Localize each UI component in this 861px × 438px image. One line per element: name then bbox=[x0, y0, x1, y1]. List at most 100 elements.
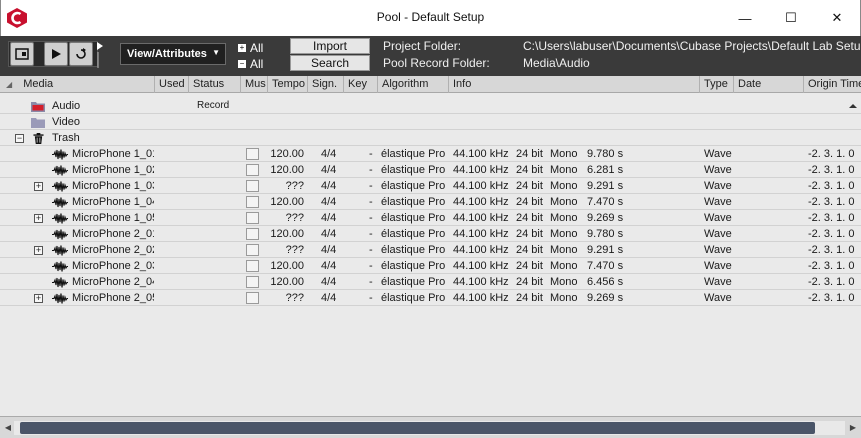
import-button[interactable]: Import bbox=[290, 38, 370, 54]
scroll-right-icon[interactable]: ▶ bbox=[847, 421, 859, 435]
maximize-button[interactable]: ☐ bbox=[768, 4, 814, 32]
clip-algorithm[interactable]: élastique Pro - Time bbox=[381, 162, 448, 178]
audio-waveform-icon bbox=[52, 245, 68, 256]
project-folder-path: C:\Users\labuser\Documents\Cubase Projec… bbox=[523, 39, 861, 53]
column-musical-mode[interactable]: Mus bbox=[241, 76, 268, 93]
collapse-trash-toggle[interactable]: − bbox=[15, 134, 24, 143]
clip-key: - bbox=[369, 276, 373, 288]
expand-all-button[interactable]: + All bbox=[238, 41, 263, 55]
clip-row[interactable]: MicroPhone 1_02 120.00 4/4 -élastique Pro -… bbox=[0, 162, 861, 178]
clip-origin-time: -2. 3. 1. 0 bbox=[808, 148, 855, 160]
expand-clip-toggle[interactable]: + bbox=[34, 214, 43, 223]
clip-tempo: ??? bbox=[285, 180, 304, 192]
clip-length: 9.291 s bbox=[587, 180, 624, 192]
clip-row[interactable]: MicroPhone 2_03 120.00 4/4 -élastique Pro -… bbox=[0, 258, 861, 274]
musical-mode-checkbox[interactable] bbox=[246, 196, 259, 208]
expand-clip-toggle[interactable]: + bbox=[34, 246, 43, 255]
clip-algorithm[interactable]: élastique Pro - Time bbox=[381, 178, 448, 194]
folder-row-audio[interactable]: Audio Record bbox=[0, 98, 861, 114]
expand-clip-toggle[interactable]: + bbox=[34, 182, 43, 191]
play-button[interactable] bbox=[44, 42, 68, 66]
clip-sample-rate: 44.100 kHz bbox=[453, 244, 509, 256]
clip-row[interactable]: + MicroPhone 1_05??? 4/4 -élastique Pro - T… bbox=[0, 210, 861, 226]
column-status[interactable]: Status bbox=[189, 76, 241, 93]
clip-bit-depth: 24 bit bbox=[516, 276, 543, 288]
folder-row-video[interactable]: Video bbox=[0, 114, 861, 130]
scrollbar-thumb[interactable] bbox=[20, 422, 815, 434]
musical-mode-checkbox[interactable] bbox=[246, 244, 259, 256]
column-used[interactable]: Used bbox=[155, 76, 189, 93]
clip-name: MicroPhone 1_05 bbox=[72, 212, 154, 224]
clip-row[interactable]: + MicroPhone 1_03??? 4/4 -élastique Pro - T… bbox=[0, 178, 861, 194]
musical-mode-checkbox[interactable] bbox=[246, 292, 259, 304]
clip-row[interactable]: MicroPhone 2_04 120.00 4/4 -élastique Pro -… bbox=[0, 274, 861, 290]
clip-algorithm[interactable]: élastique Pro - Time bbox=[381, 290, 448, 306]
clip-signature: 4/4 bbox=[321, 164, 337, 176]
clip-tempo: ??? bbox=[285, 212, 304, 224]
clip-row[interactable]: + MicroPhone 2_02??? 4/4 -élastique Pro - T… bbox=[0, 242, 861, 258]
clip-algorithm[interactable]: élastique Pro - Time bbox=[381, 210, 448, 226]
clip-type: Wave bbox=[704, 292, 732, 304]
clip-signature: 4/4 bbox=[321, 180, 337, 192]
musical-mode-checkbox[interactable] bbox=[246, 180, 259, 192]
musical-mode-checkbox[interactable] bbox=[246, 260, 259, 272]
audio-waveform-icon bbox=[52, 293, 68, 304]
horizontal-scrollbar[interactable]: ◀ ▶ bbox=[0, 416, 861, 438]
folder-row-trash[interactable]: − Trash bbox=[0, 130, 861, 146]
search-button[interactable]: Search bbox=[290, 55, 370, 71]
view-attributes-dropdown[interactable]: View/Attributes ▼ bbox=[120, 43, 226, 65]
view-select-label: View/Attributes bbox=[127, 48, 207, 60]
minimize-button[interactable]: — bbox=[722, 4, 768, 32]
clip-origin-time: -2. 3. 1. 0 bbox=[808, 244, 855, 256]
clip-length: 9.780 s bbox=[587, 228, 624, 240]
scroll-up-icon[interactable] bbox=[847, 100, 859, 112]
clip-bit-depth: 24 bit bbox=[516, 244, 543, 256]
musical-mode-checkbox[interactable] bbox=[246, 276, 259, 288]
volume-slider[interactable] bbox=[95, 40, 105, 70]
musical-mode-checkbox[interactable] bbox=[246, 164, 259, 176]
musical-mode-checkbox[interactable] bbox=[246, 148, 259, 160]
clip-algorithm[interactable]: élastique Pro - Time bbox=[381, 242, 448, 258]
clip-bit-depth: 24 bit bbox=[516, 196, 543, 208]
musical-mode-checkbox[interactable] bbox=[246, 212, 259, 224]
clip-algorithm[interactable]: élastique Pro - Time bbox=[381, 258, 448, 274]
clip-name: MicroPhone 2_03 bbox=[72, 260, 154, 272]
clip-algorithm[interactable]: élastique Pro - Time bbox=[381, 274, 448, 290]
audio-waveform-icon bbox=[52, 181, 68, 192]
clip-row[interactable]: MicroPhone 1_01 120.00 4/4 -élastique Pro -… bbox=[0, 146, 861, 162]
collapse-all-button[interactable]: − All bbox=[238, 57, 263, 71]
scroll-left-icon[interactable]: ◀ bbox=[2, 421, 14, 435]
audio-waveform-icon bbox=[52, 165, 68, 176]
musical-mode-checkbox[interactable] bbox=[246, 228, 259, 240]
column-signature[interactable]: Sign. bbox=[308, 76, 344, 93]
column-origin-time[interactable]: Origin Time bbox=[804, 76, 861, 93]
clip-algorithm[interactable]: élastique Pro - Time bbox=[381, 146, 448, 162]
project-folder-label: Project Folder: bbox=[383, 39, 462, 53]
pool-media-list[interactable]: Audio Record Video − Trash MicroPhone 1_… bbox=[0, 93, 861, 416]
inspector-toggle-button[interactable] bbox=[10, 42, 34, 66]
loop-button[interactable] bbox=[69, 42, 93, 66]
clip-row[interactable]: MicroPhone 1_04 120.00 4/4 -élastique Pro -… bbox=[0, 194, 861, 210]
folder-name: Video bbox=[52, 116, 80, 128]
clip-row[interactable]: MicroPhone 2_01 120.00 4/4 -élastique Pro -… bbox=[0, 226, 861, 242]
column-key[interactable]: Key bbox=[344, 76, 378, 93]
column-algorithm[interactable]: Algorithm bbox=[378, 76, 449, 93]
column-date[interactable]: Date bbox=[734, 76, 804, 93]
clip-key: - bbox=[369, 228, 373, 240]
close-button[interactable]: ✕ bbox=[814, 4, 860, 32]
column-type[interactable]: Type bbox=[700, 76, 734, 93]
collapse-all-label: All bbox=[250, 57, 264, 71]
expand-clip-toggle[interactable]: + bbox=[34, 294, 43, 303]
clip-tempo: ??? bbox=[285, 244, 304, 256]
clip-row[interactable]: + MicroPhone 2_05??? 4/4 -élastique Pro - T… bbox=[0, 290, 861, 306]
clip-bit-depth: 24 bit bbox=[516, 228, 543, 240]
column-tempo[interactable]: Tempo bbox=[268, 76, 308, 93]
clip-bit-depth: 24 bit bbox=[516, 292, 543, 304]
column-info[interactable]: Info bbox=[449, 76, 700, 93]
clip-name: MicroPhone 1_03 bbox=[72, 180, 154, 192]
column-media[interactable]: ◢ Media bbox=[0, 76, 155, 93]
sort-icon: ◢ bbox=[6, 80, 13, 89]
clip-algorithm[interactable]: élastique Pro - Time bbox=[381, 194, 448, 210]
clip-algorithm[interactable]: élastique Pro - Time bbox=[381, 226, 448, 242]
clip-tempo: 120.00 bbox=[270, 196, 304, 208]
